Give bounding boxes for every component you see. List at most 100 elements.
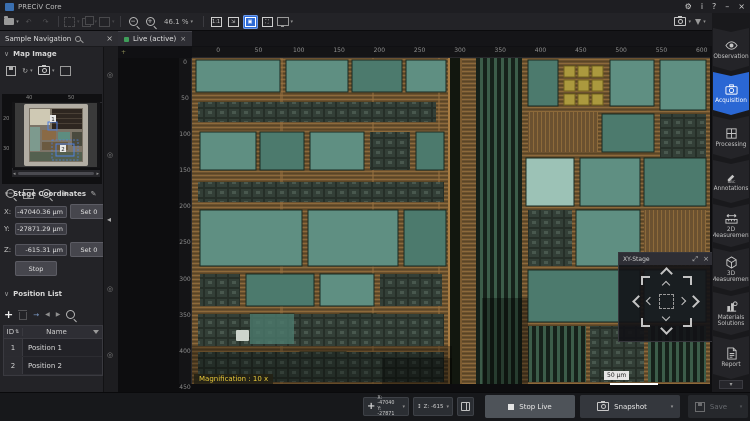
- redo-button[interactable]: ↷: [38, 15, 53, 29]
- live-tab[interactable]: Live (active) ×: [118, 31, 192, 46]
- stage-move-left-button[interactable]: [646, 297, 654, 305]
- stage-xy-readout[interactable]: + X: -47040 Y: -27871: [363, 397, 409, 416]
- sidebar-item-observation[interactable]: Observation: [713, 28, 749, 71]
- stop-live-button[interactable]: Stop Live: [485, 395, 575, 418]
- map-thumbnail-image[interactable]: 1 2: [12, 102, 100, 168]
- xy-stage-close-button[interactable]: ×: [703, 255, 709, 264]
- position-name-cell: Position 2: [23, 357, 102, 374]
- stage-move-left-fast-button[interactable]: [632, 295, 645, 308]
- stage-center-button[interactable]: [659, 294, 674, 309]
- stage-move-up-fast-button[interactable]: [660, 267, 673, 280]
- copy-tool-button[interactable]: [82, 15, 98, 29]
- stage-move-down-left-button[interactable]: [641, 318, 650, 327]
- sidebar-item-annotations[interactable]: ABC Annotations: [713, 160, 749, 203]
- stage-move-right-fast-button[interactable]: [687, 295, 700, 308]
- edge-list-shortcut-icon[interactable]: ◎: [107, 285, 113, 293]
- dual-view-button[interactable]: [457, 397, 474, 416]
- position-name-cell: Position 1: [23, 339, 102, 356]
- ruler-tick-label: 500: [601, 47, 641, 57]
- objective-select-button[interactable]: [693, 15, 708, 29]
- close-button[interactable]: ×: [738, 2, 745, 11]
- position-marker-2[interactable]: 2: [61, 147, 65, 153]
- floppy-icon: [6, 66, 16, 76]
- stage-move-down-right-button[interactable]: [683, 318, 692, 327]
- map-image-section-header[interactable]: ∨ Map Image: [4, 50, 57, 58]
- panel-close-button[interactable]: ×: [106, 34, 113, 43]
- scroll-left-icon[interactable]: ◂: [13, 171, 16, 177]
- snapshot-label: Snapshot: [614, 403, 647, 411]
- map-save-button[interactable]: [4, 64, 17, 77]
- sidebar-item-report[interactable]: Report: [713, 336, 749, 379]
- panel-collapse-button[interactable]: ◂: [107, 215, 111, 224]
- viewport-tool-icon[interactable]: +: [121, 49, 126, 56]
- next-position-button[interactable]: ▶: [56, 311, 61, 318]
- stage-move-up-left-button[interactable]: [641, 276, 650, 285]
- edge-map-shortcut-icon[interactable]: ◎: [107, 71, 113, 79]
- position-list-section-header[interactable]: ∨ Position List: [4, 290, 62, 298]
- goto-position-button[interactable]: →: [33, 311, 39, 319]
- scroll-right-icon[interactable]: ▸: [96, 171, 99, 177]
- layer-tool-button[interactable]: [99, 15, 115, 29]
- stage-move-up-button[interactable]: [662, 281, 670, 289]
- map-camera-button[interactable]: [38, 64, 55, 77]
- stage-stop-button[interactable]: Stop: [15, 261, 57, 276]
- pin-icon[interactable]: [75, 36, 81, 42]
- selection-tool-button[interactable]: [64, 15, 80, 29]
- delete-position-button[interactable]: [19, 312, 27, 320]
- help-icon[interactable]: ?: [712, 2, 716, 11]
- x-value-field[interactable]: -47040.36 µm: [15, 206, 67, 218]
- stage-move-right-button[interactable]: [678, 297, 686, 305]
- position-search-button[interactable]: [66, 310, 75, 319]
- zoom-level-select[interactable]: 46.1 %: [160, 15, 198, 29]
- z-value-field[interactable]: -615.31 µm: [15, 244, 67, 256]
- zoom-out-button[interactable]: −: [126, 15, 141, 29]
- snapshot-options-button[interactable]: ▾: [664, 395, 680, 418]
- map-stage-settings-button[interactable]: [59, 64, 72, 77]
- fullscreen-button[interactable]: ⛶: [260, 15, 275, 29]
- display-select-button[interactable]: [277, 15, 294, 29]
- camera-select-button[interactable]: [674, 15, 691, 29]
- edge-tools-shortcut-icon[interactable]: ◎: [107, 351, 113, 359]
- stage-coordinates-section-header[interactable]: ∨ Stage Coordinates: [4, 190, 86, 198]
- position-row[interactable]: 2 Position 2: [4, 357, 102, 375]
- save-button[interactable]: Save: [688, 395, 735, 418]
- edge-stage-shortcut-icon[interactable]: ◎: [107, 151, 113, 159]
- previous-position-button[interactable]: ◀: [45, 311, 50, 318]
- xy-stage-restore-button[interactable]: ⤢: [693, 255, 699, 264]
- sidebar-more-button[interactable]: ▾: [719, 380, 743, 389]
- live-tab-close-button[interactable]: ×: [180, 35, 186, 43]
- info-icon[interactable]: i: [701, 2, 703, 11]
- undo-button[interactable]: ↶: [21, 15, 36, 29]
- save-options-button[interactable]: ▾: [734, 395, 748, 418]
- sidebar-item-processing[interactable]: Processing: [713, 116, 749, 159]
- magnification-label: Magnification : 10 x: [194, 374, 273, 384]
- stage-coordinates-title: Stage Coordinates: [13, 190, 86, 198]
- y-value-field[interactable]: -27871.29 µm: [15, 223, 67, 235]
- position-marker-1[interactable]: 1: [51, 117, 55, 123]
- fit-screen-active-button[interactable]: ▣: [243, 15, 258, 29]
- snapshot-button[interactable]: Snapshot: [580, 395, 665, 418]
- name-column-header[interactable]: Name: [23, 328, 90, 336]
- minimize-button[interactable]: –: [725, 2, 729, 11]
- map-refresh-button[interactable]: ↻: [21, 64, 34, 77]
- scroll-thumb[interactable]: [18, 172, 95, 175]
- stage-move-down-fast-button[interactable]: [660, 322, 673, 335]
- position-row[interactable]: 1 Position 1: [4, 339, 102, 357]
- sidebar-item-acquisition[interactable]: Acquisition: [713, 72, 749, 115]
- stage-move-up-right-button[interactable]: [683, 276, 692, 285]
- open-file-button[interactable]: [4, 15, 19, 29]
- zoom-in-button[interactable]: +: [143, 15, 158, 29]
- settings-gear-icon[interactable]: ⚙: [685, 2, 692, 11]
- id-column-header[interactable]: ID⇅: [4, 328, 23, 336]
- sidebar-item-materials-solutions[interactable]: Materials Solutions: [713, 292, 749, 335]
- map-edit-button[interactable]: ✎: [87, 187, 100, 200]
- filter-button[interactable]: [90, 330, 102, 334]
- fit-to-window-button[interactable]: ⇲: [226, 15, 241, 29]
- sidebar-item-3d-measurement[interactable]: 3D Measurement: [713, 248, 749, 291]
- actual-size-button[interactable]: 1:1: [209, 15, 224, 29]
- sidebar-item-2d-measurement[interactable]: 2D Measurement: [713, 204, 749, 247]
- stage-z-readout[interactable]: ↕ Z: -615: [413, 397, 453, 416]
- stage-move-down-button[interactable]: [662, 313, 670, 321]
- map-horizontal-scrollbar[interactable]: ◂ ▸: [12, 170, 100, 177]
- xy-stage-header[interactable]: XY-Stage ⤢ ×: [619, 253, 713, 265]
